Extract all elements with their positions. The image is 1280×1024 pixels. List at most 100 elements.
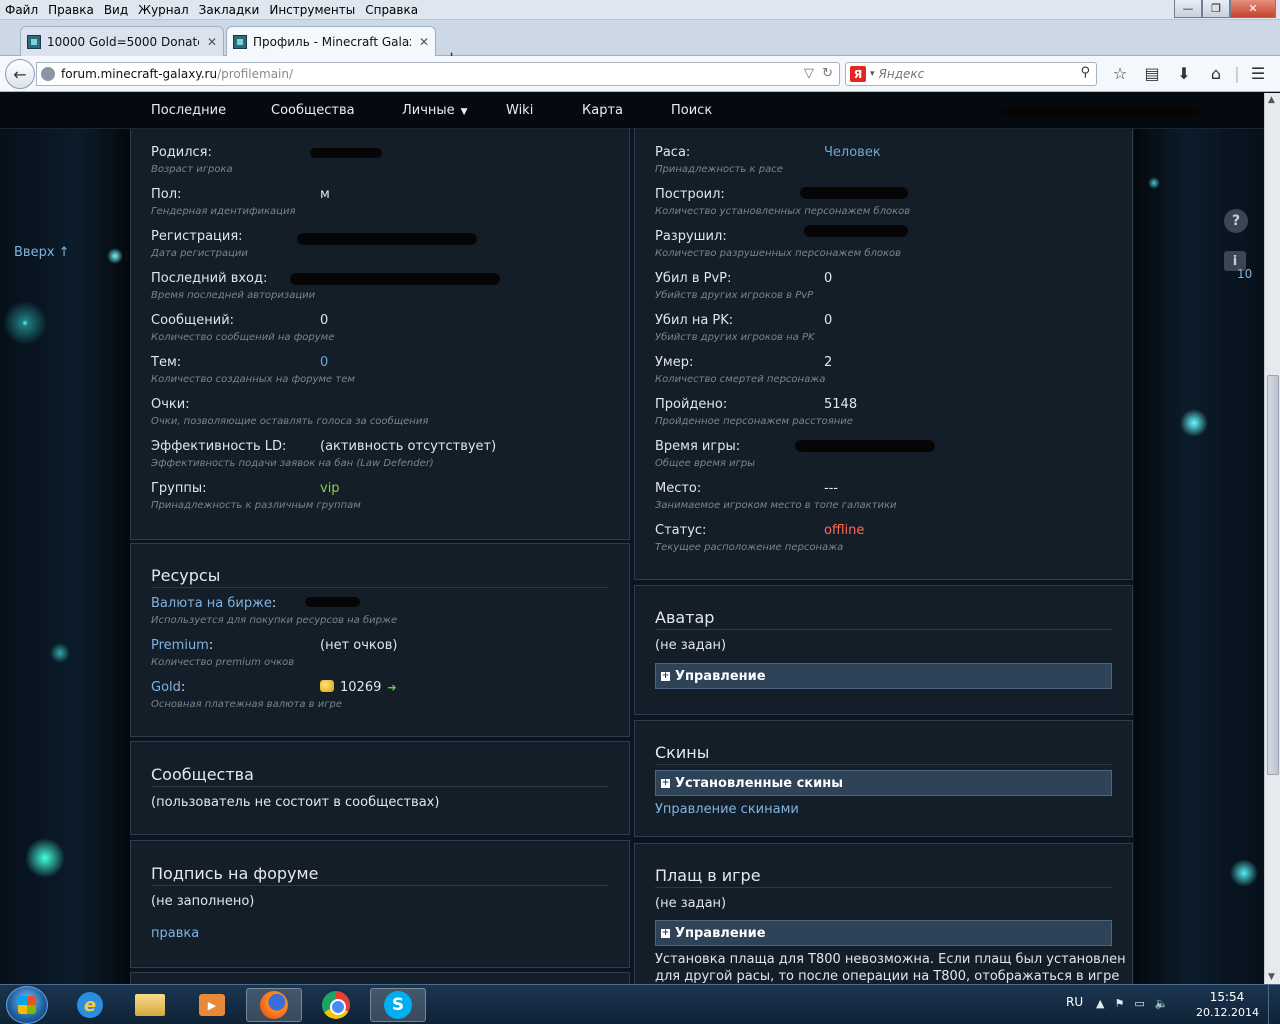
character-stat-value: 0 xyxy=(824,271,833,286)
scroll-up-arrow-icon[interactable]: ▲ xyxy=(1268,95,1275,105)
arrow-right-icon[interactable]: ➜ xyxy=(387,681,396,694)
menu-help[interactable]: Справка xyxy=(360,0,423,20)
redacted-exchange-value xyxy=(305,597,360,607)
close-window-button[interactable]: ✕ xyxy=(1230,0,1276,18)
nav-search[interactable]: Поиск xyxy=(671,103,712,118)
plus-icon: + xyxy=(661,927,670,938)
nav-latest[interactable]: Последние xyxy=(151,103,226,118)
taskbar-skype[interactable]: S xyxy=(370,988,426,1022)
keyboard-language[interactable]: RU xyxy=(1066,995,1083,1009)
search-bar[interactable]: Я ▾ ⚲ xyxy=(845,62,1097,86)
character-stat-value: 5148 xyxy=(824,397,858,412)
redacted-destroyed xyxy=(804,225,908,237)
page-viewport: Последние Сообщества Личные ▼ Wiki Карта … xyxy=(0,93,1264,984)
taskbar-chrome[interactable] xyxy=(308,988,364,1022)
menu-view[interactable]: Вид xyxy=(99,0,133,20)
character-stat-value[interactable]: Человек xyxy=(824,145,881,160)
menu-tools[interactable]: Инструменты xyxy=(264,0,360,20)
player-stat-description: Дата регистрации xyxy=(151,248,248,259)
globe-icon xyxy=(41,67,55,81)
minimize-button[interactable]: — xyxy=(1174,0,1202,18)
taskbar-internet-explorer[interactable]: e xyxy=(62,988,118,1022)
network-icon[interactable]: ▭ xyxy=(1134,997,1144,1010)
player-stat-description: Очки, позволяющие оставлять голоса за со… xyxy=(151,416,429,427)
nav-wiki[interactable]: Wiki xyxy=(506,103,533,118)
download-icon[interactable]: ⬇ xyxy=(1168,64,1200,83)
cloak-manage-expander[interactable]: + Управление xyxy=(655,920,1112,946)
player-stat-value: м xyxy=(320,187,330,202)
player-stat-label: Регистрация: xyxy=(151,229,243,244)
restore-button[interactable]: ❐ xyxy=(1202,0,1230,18)
hamburger-menu-icon[interactable]: ☰ xyxy=(1242,64,1274,83)
installed-skins-expander[interactable]: + Установленные скины xyxy=(655,770,1112,796)
redacted-registration xyxy=(297,233,477,245)
tab-donate[interactable]: 10000 Gold=5000 Donate - ... ✕ xyxy=(20,26,224,56)
nav-communities[interactable]: Сообщества xyxy=(271,103,355,118)
character-stat-description: Принадлежность к расе xyxy=(655,164,783,175)
character-stat-description: Занимаемое игроком место в топе галактик… xyxy=(655,500,897,511)
player-stat-label: Сообщений: xyxy=(151,313,235,328)
tab-close-icon[interactable]: ✕ xyxy=(207,35,217,49)
url-path: /profilemain/ xyxy=(217,67,294,81)
signature-edit-link[interactable]: правка xyxy=(151,926,199,941)
manage-skins-link[interactable]: Управление скинами xyxy=(655,802,799,817)
taskbar-firefox[interactable] xyxy=(246,988,302,1022)
divider xyxy=(151,885,609,886)
back-button[interactable]: ← xyxy=(5,59,35,89)
gold-link[interactable]: Gold xyxy=(151,680,181,695)
next-panel xyxy=(130,972,630,984)
search-input[interactable] xyxy=(878,67,1079,81)
avatar-manage-expander[interactable]: + Управление xyxy=(655,663,1112,689)
character-stat-description: Количество смертей персонажа xyxy=(655,374,826,385)
tab-profile[interactable]: Профиль - Minecraft Galaxy ✕ xyxy=(226,26,436,56)
separator: | xyxy=(1234,64,1240,83)
character-stat-description: Пройденное персонажем расстояние xyxy=(655,416,853,427)
page-scrollbar[interactable]: ▲ ▼ xyxy=(1264,93,1280,984)
dropdown-arrow-icon[interactable]: ▽ xyxy=(804,66,814,81)
bookmark-star-icon[interactable]: ☆ xyxy=(1104,64,1136,83)
system-clock[interactable]: 15:54 20.12.2014 xyxy=(1196,989,1259,1021)
scrollbar-thumb[interactable] xyxy=(1267,375,1279,775)
scroll-up-link[interactable]: Вверх ↑ xyxy=(14,245,70,260)
player-stat-description: Время последней авторизации xyxy=(151,290,316,301)
home-icon[interactable]: ⌂ xyxy=(1200,64,1232,83)
show-desktop-button[interactable] xyxy=(1268,985,1280,1024)
menu-history[interactable]: Журнал xyxy=(133,0,194,20)
address-bar[interactable]: forum.minecraft-galaxy.ru/profilemain/ ▽… xyxy=(36,62,840,86)
menu-file[interactable]: Файл xyxy=(0,0,43,20)
cloak-note-line-1: Установка плаща для T800 невозможна. Есл… xyxy=(655,952,1126,967)
tab-close-icon[interactable]: ✕ xyxy=(419,35,429,49)
nav-personal[interactable]: Личные ▼ xyxy=(402,103,468,118)
exchange-currency-desc: Используется для покупки ресурсов на бир… xyxy=(151,615,398,626)
start-button[interactable] xyxy=(6,986,48,1024)
clock-time: 15:54 xyxy=(1209,990,1245,1004)
taskbar-file-explorer[interactable] xyxy=(122,988,178,1022)
character-stat-value: 2 xyxy=(824,355,833,370)
action-center-flag-icon[interactable]: ⚑ xyxy=(1114,997,1124,1010)
premium-link[interactable]: Premium xyxy=(151,638,209,653)
player-stat-value[interactable]: 0 xyxy=(320,355,328,370)
folder-icon xyxy=(135,994,165,1016)
help-icon[interactable]: ? xyxy=(1224,209,1248,233)
reload-icon[interactable]: ↻ xyxy=(822,66,833,81)
menu-bookmarks[interactable]: Закладки xyxy=(194,0,265,20)
player-stat-value[interactable]: vip xyxy=(320,481,340,496)
windows-taskbar: e ▶ S RU ▲ ⚑ ▭ 🔈 15:54 20.12.2014 xyxy=(0,984,1280,1024)
scroll-down-arrow-icon[interactable]: ▼ xyxy=(1268,972,1275,982)
gold-desc: Основная платежная валюта в игре xyxy=(151,699,342,710)
volume-icon[interactable]: 🔈 xyxy=(1155,997,1169,1010)
engine-dropdown-icon[interactable]: ▾ xyxy=(870,69,875,79)
player-stat-value: (активность отсутствует) xyxy=(320,439,497,454)
exchange-currency-link[interactable]: Валюта на бирже xyxy=(151,596,272,611)
taskbar-media-player[interactable]: ▶ xyxy=(184,988,240,1022)
yandex-icon[interactable]: Я xyxy=(850,66,866,82)
url-host: forum.minecraft-galaxy.ru xyxy=(61,67,218,81)
bookmarks-list-icon[interactable]: ▤ xyxy=(1136,64,1168,83)
menu-edit[interactable]: Правка xyxy=(43,0,99,20)
firefox-icon xyxy=(260,991,288,1019)
nav-map[interactable]: Карта xyxy=(582,103,623,118)
tray-expand-icon[interactable]: ▲ xyxy=(1096,997,1104,1010)
premium-row: Premium: xyxy=(151,638,213,653)
search-icon[interactable]: ⚲ xyxy=(1080,65,1090,80)
expander-label: Управление xyxy=(675,668,766,684)
